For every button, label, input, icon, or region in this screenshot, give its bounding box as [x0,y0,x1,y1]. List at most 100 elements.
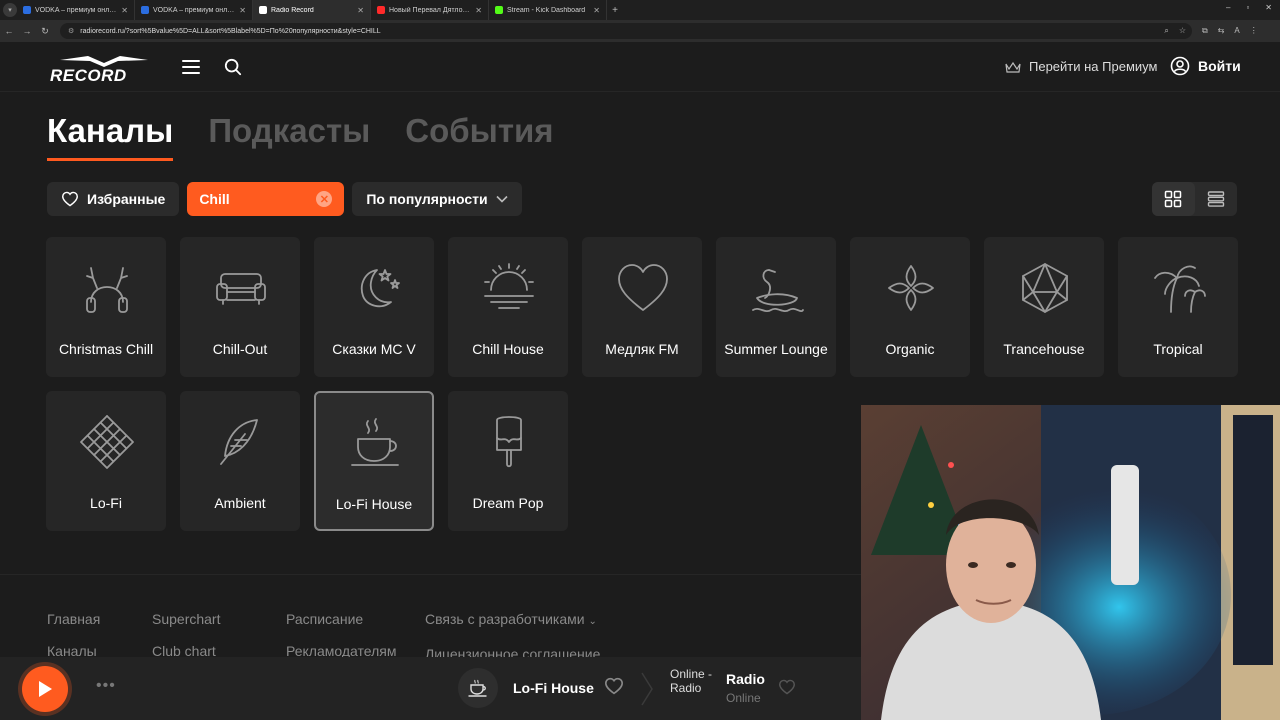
tab-close-icon[interactable]: ✕ [121,6,128,15]
browser-tab[interactable]: Новый Перевал Дятлова! Это✕ [371,0,489,20]
list-view-icon[interactable] [1195,182,1238,216]
channel-card[interactable]: Summer Lounge [716,237,836,377]
channel-name: Lo-Fi House [335,496,413,512]
now-playing-cover [458,668,498,708]
favorite-heart-icon[interactable] [604,677,624,695]
lattice-icon [80,415,134,469]
view-toggle [1152,182,1237,216]
browser-tab[interactable]: Radio Record ✕ [253,0,371,20]
channel-name: Dream Pop [472,495,544,511]
channel-name: Chill-Out [212,341,268,357]
browser-tab[interactable]: VODKA – премиум онлайн-ка✕ [17,0,135,20]
menu-icon[interactable]: ⋮ [1250,26,1258,36]
heart-icon [61,191,79,207]
coffee-cup-icon [351,418,399,466]
channel-name: Медляк FM [605,341,679,357]
tab-favicon-icon [23,6,31,14]
login-button[interactable]: Войти [1170,56,1241,76]
sunset-icon [484,263,534,309]
ice-cream-icon [496,416,522,468]
channel-name: Summer Lounge [724,341,828,357]
tab-close-icon[interactable]: ✕ [239,6,246,15]
channel-card[interactable]: Chill-Out [180,237,300,377]
address-bar[interactable]: ⚙ radiorecord.ru/?sort%5Bvalue%5D=ALL&so… [60,23,1192,39]
premium-link[interactable]: Перейти на Премиум [1005,59,1157,74]
browser-tab[interactable]: VODKA – премиум онлайн-ка✕ [135,0,253,20]
style-filter-label: Chill [199,191,230,207]
play-button[interactable] [22,666,68,712]
channel-card[interactable]: Ambient [180,391,300,531]
site-info-icon[interactable]: ⚙ [68,27,74,35]
sort-dropdown[interactable]: По популярности [352,182,522,216]
radio-cover-alt: Online - Radio [670,667,714,707]
sofa-icon [216,273,266,305]
channel-card[interactable]: Lo-Fi House [314,391,434,531]
channel-name: Сказки MC V [332,341,416,357]
grid-view-icon[interactable] [1152,182,1195,216]
minimize-icon[interactable]: – [1226,3,1230,12]
clear-filter-icon[interactable]: ✕ [316,191,333,207]
moon-stars-icon [360,269,400,308]
radio-heart-icon[interactable] [778,679,796,695]
swan-float-icon [752,269,804,313]
channel-name: Trancehouse [1003,341,1085,357]
maximize-icon[interactable]: ▫ [1246,3,1249,12]
tab-favicon-icon [495,6,503,14]
extensions-icon[interactable]: ⧉ [1202,26,1208,36]
tab-search-button[interactable]: ▾ [3,3,17,17]
profile-icon[interactable]: A [1234,26,1239,36]
tab-close-icon[interactable]: ✕ [475,6,482,15]
channel-card[interactable]: Медляк FM [582,237,702,377]
new-tab-button[interactable]: + [607,5,623,16]
channel-card[interactable]: Chill House [448,237,568,377]
channel-name: Organic [885,341,935,357]
back-icon[interactable]: ← [0,26,18,36]
webcam-overlay [861,405,1280,720]
extension-icon[interactable]: ⇆ [1218,26,1225,36]
channel-card[interactable]: Trancehouse [984,237,1104,377]
feather-icon [220,419,258,465]
tab-favicon-icon [259,6,267,14]
footer-link-home[interactable]: Главная [47,603,100,635]
zoom-icon[interactable]: ⌕ [1164,26,1168,36]
forward-icon[interactable]: → [18,26,36,36]
close-icon[interactable]: ✕ [1265,3,1272,12]
palm-trees-icon [1154,265,1206,313]
reload-icon[interactable]: ↻ [36,26,54,37]
tab-title: Новый Перевал Дятлова! Это [389,6,472,14]
tab-podcasts[interactable]: Подкасты [208,112,370,161]
tab-close-icon[interactable]: ✕ [593,6,600,15]
browser-toolbar: ← → ↻ ⚙ radiorecord.ru/?sort%5Bvalue%5D=… [0,20,1280,42]
footer-link-superchart[interactable]: Superchart [152,603,220,635]
tab-events[interactable]: События [405,112,553,161]
radio-title: Radio [726,671,765,687]
tab-close-icon[interactable]: ✕ [357,6,364,15]
tab-title: VODKA – премиум онлайн-ка [153,6,236,14]
more-options-icon[interactable]: ••• [96,677,116,695]
style-filter-chip[interactable]: Chill ✕ [187,182,345,216]
channel-card[interactable]: Tropical [1118,237,1238,377]
bookmark-star-icon[interactable]: ☆ [1179,26,1186,36]
tab-title: VODKA – премиум онлайн-ка [35,6,118,14]
tab-channels[interactable]: Каналы [47,112,174,161]
now-playing-title: Lo-Fi House [513,680,594,696]
channel-name: Christmas Chill [58,341,154,357]
footer-link-schedule[interactable]: Расписание [286,603,396,635]
channel-card[interactable]: Сказки MC V [314,237,434,377]
browser-tab[interactable]: Stream - Kick Dashboard ✕ [489,0,607,20]
logo[interactable]: RECORD [50,54,148,85]
channel-card[interactable]: Dream Pop [448,391,568,531]
channel-card[interactable]: Christmas Chill [46,237,166,377]
menu-burger-icon[interactable] [182,60,200,74]
channel-name: Chill House [472,341,544,357]
reindeer-headphones-icon [86,267,128,313]
footer-link-developers[interactable]: Связь с разработчиками ⌄ [425,603,600,638]
channel-name: Ambient [214,495,266,511]
login-label: Войти [1198,58,1241,74]
channel-card[interactable]: Organic [850,237,970,377]
heart-icon [618,264,668,311]
channel-card[interactable]: Lo-Fi [46,391,166,531]
search-icon[interactable] [224,58,242,76]
tab-title: Radio Record [271,6,314,14]
favorites-filter-button[interactable]: Избранные [47,182,180,216]
